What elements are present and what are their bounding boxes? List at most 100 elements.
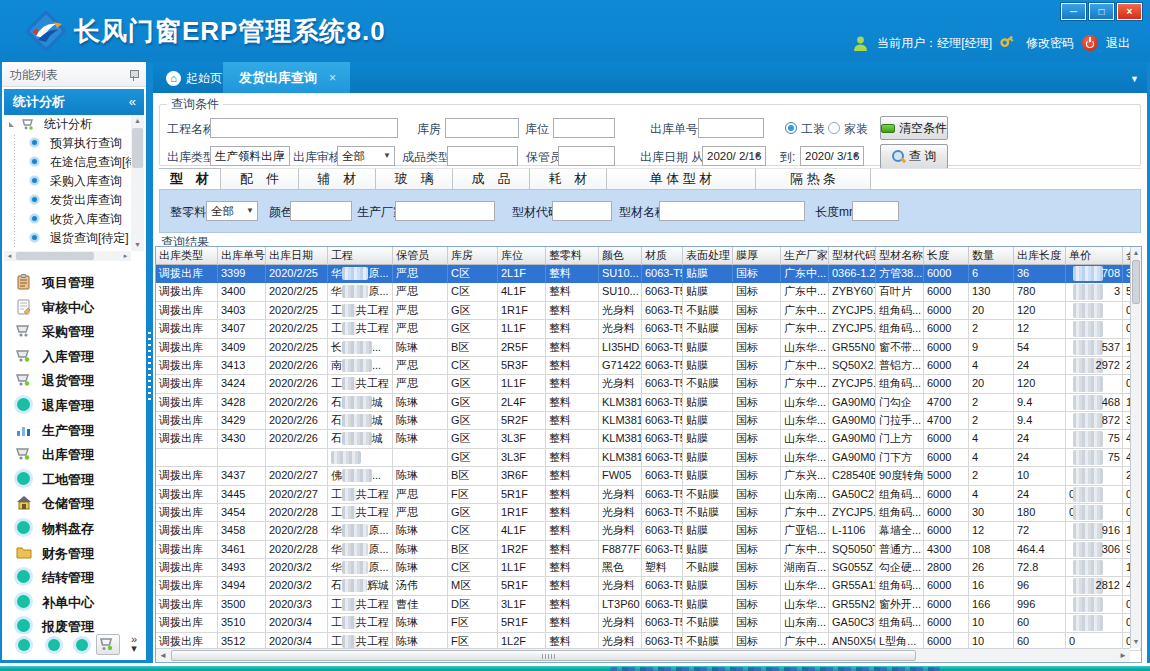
tab-list-caret-icon[interactable]: ▼ (1130, 74, 1139, 84)
outbound-type-combo[interactable]: 生产领料出库▼ (210, 146, 290, 166)
code-input[interactable] (552, 201, 612, 221)
material-tab[interactable]: 隔 热 条 (756, 168, 871, 189)
material-tab[interactable]: 单 体 型 材 (607, 168, 756, 189)
table-row[interactable]: 调拨出库34942020/3/2石辉城汤伟M区5R1F整料光身料6063-T5贴… (156, 577, 1141, 595)
tab-home[interactable]: ⌂起始页 (158, 67, 230, 89)
column-header[interactable]: 库位 (498, 247, 546, 265)
radio-home-label[interactable]: 家装 (844, 119, 868, 139)
table-row[interactable]: 调拨出库34542020/2/28工共工程严思G区1R1F整料光身料6063-T… (156, 504, 1141, 522)
sidebar-item-工地管理[interactable]: 工地管理 (4, 467, 144, 492)
table-row[interactable]: 调拨出库34452020/2/27工共工程严思F区5R1F整料光身料6063-T… (156, 486, 1141, 504)
radio-home[interactable] (828, 122, 840, 134)
column-header[interactable]: 型材代码 (829, 247, 876, 265)
column-header[interactable]: 整零料 (546, 247, 599, 265)
sidebar-item-入库管理[interactable]: 入库管理 (4, 344, 144, 369)
column-header[interactable]: 出库长度 (1014, 247, 1066, 265)
sidebar-item-项目管理[interactable]: 项目管理 (4, 270, 144, 295)
tree-item[interactable]: 预算执行查询 (4, 134, 144, 153)
material-tab[interactable]: 玻 璃 (376, 168, 453, 189)
radio-industrial-label[interactable]: 工装 (801, 119, 825, 139)
column-header[interactable]: 型材名称 (876, 247, 924, 265)
table-row[interactable]: 调拨出库33992020/2/25华原...严思C区2L1F整料SU10...6… (156, 265, 1141, 283)
grid-hscrollbar[interactable]: ◄ ► (156, 648, 1130, 662)
sidebar-item-审核中心[interactable]: 审核中心 (4, 295, 144, 320)
table-row[interactable]: 调拨出库34032020/2/25工共工程严思G区1R1F整料光身料6063-T… (156, 302, 1141, 320)
nav-dot-icon[interactable] (18, 639, 30, 651)
column-header[interactable]: 单价 (1066, 247, 1123, 265)
warehouse-input[interactable] (445, 118, 519, 138)
color-input[interactable] (290, 201, 352, 221)
keeper-input[interactable] (558, 146, 615, 166)
tree-item[interactable]: 收货入库查询 (4, 210, 144, 229)
pin-icon[interactable] (129, 70, 138, 81)
sidebar-item-仓储管理[interactable]: 仓储管理 (4, 491, 144, 516)
table-row[interactable]: 调拨出库34092020/2/25长...陈琳B区2R5F整料LI35HD606… (156, 339, 1141, 357)
sidebar-item-结转管理[interactable]: 结转管理 (4, 565, 144, 590)
minimize-button[interactable]: ─ (1061, 3, 1086, 20)
sidebar-item-物料盘存[interactable]: 物料盘存 (4, 516, 144, 541)
close-button[interactable]: × (1117, 3, 1142, 20)
nav-dot-icon[interactable] (76, 639, 88, 651)
name-input[interactable] (659, 201, 805, 221)
splitter[interactable] (146, 62, 153, 663)
sidebar-item-采购管理[interactable]: 采购管理 (4, 319, 144, 344)
factory-input[interactable] (395, 201, 495, 221)
audit-combo[interactable]: 全部▼ (337, 146, 395, 166)
tree-root[interactable]: 统计分析 (4, 115, 144, 134)
table-row[interactable]: G区3L3F整料KLM38176063-T5贴膜国标山东华...GA90M09.… (156, 449, 1141, 467)
tab-active[interactable]: 发货出库查询× (223, 62, 350, 93)
maximize-button[interactable]: □ (1089, 3, 1114, 20)
table-row[interactable]: 调拨出库34372020/2/27佛...陈琳B区3R6F整料FW056063-… (156, 467, 1141, 485)
column-header[interactable]: 库房 (448, 247, 498, 265)
table-row[interactable]: 调拨出库35102020/3/4工共工程陈琳F区5R1F整料光身料6063-T5… (156, 614, 1141, 632)
table-row[interactable]: 调拨出库34242020/2/26工共工程严思G区1L1F整料光身料6063-T… (156, 375, 1141, 393)
sidebar-item-退库管理[interactable]: 退库管理 (4, 393, 144, 418)
table-row[interactable]: 调拨出库34932020/3/2华原...陈琳C区1L1F整料黑色塑料不贴膜国标… (156, 559, 1141, 577)
column-header[interactable]: 保管员 (393, 247, 448, 265)
clear-conditions-button[interactable]: 清空条件 (880, 116, 948, 140)
table-row[interactable]: 调拨出库35002020/3/3工共工程曹佳D区3L1F整料LT3P606063… (156, 596, 1141, 614)
table-row[interactable]: 调拨出库34282020/2/26石城陈琳G区2L4F整料KLM38176063… (156, 394, 1141, 412)
collapse-icon[interactable]: « (129, 89, 136, 114)
tree-vscrollbar[interactable]: ▲▼ (131, 115, 144, 251)
table-row[interactable]: 调拨出库34612020/2/28华原...陈琳B区1R2F整料F8877FT6… (156, 541, 1141, 559)
material-tab[interactable]: 配 件 (221, 168, 299, 189)
date-to-picker[interactable]: 2020/ 3/16▼ (800, 146, 864, 166)
material-tab[interactable]: 辅 材 (299, 168, 376, 189)
column-header[interactable]: 长度 (924, 247, 969, 265)
column-header[interactable]: 生产厂家 (781, 247, 829, 265)
location-input[interactable] (553, 118, 615, 138)
sidebar-item-生产管理[interactable]: 生产管理 (4, 418, 144, 443)
overflow-chevron[interactable]: »▾ (128, 635, 140, 653)
logout-link[interactable]: 退出 (1106, 35, 1130, 52)
tree-item[interactable]: 在途信息查询[待 (4, 153, 144, 172)
column-header[interactable]: 工程 (328, 247, 393, 265)
sidebar-group-header[interactable]: 统计分析« (4, 89, 144, 115)
column-header[interactable]: 出库类型 (156, 247, 218, 265)
column-header[interactable]: 材质 (642, 247, 683, 265)
column-header[interactable]: 出库单号 (218, 247, 266, 265)
zhengling-combo[interactable]: 全部▼ (206, 201, 258, 221)
tree-hscrollbar[interactable]: ◄► (4, 251, 131, 261)
sidebar-item-财务管理[interactable]: 财务管理 (4, 541, 144, 566)
table-row[interactable]: 调拨出库34002020/2/25华原...严思C区4L1F整料SU10...6… (156, 283, 1141, 301)
project-name-input[interactable] (210, 118, 398, 138)
column-header[interactable]: 膜厚 (733, 247, 781, 265)
orderno-input[interactable] (698, 118, 764, 138)
table-row[interactable]: 调拨出库34072020/2/25工共工程严思G区1L1F整料光身料6063-T… (156, 320, 1141, 338)
tree-item[interactable]: 发货出库查询 (4, 191, 144, 210)
material-tab[interactable]: 型 材 (159, 168, 221, 189)
sidebar-item-补单中心[interactable]: 补单中心 (4, 590, 144, 615)
sidebar-item-出库管理[interactable]: 出库管理 (4, 442, 144, 467)
product-type-input[interactable] (447, 146, 518, 166)
column-header[interactable]: 出库日期 (266, 247, 328, 265)
length-input[interactable] (852, 201, 899, 221)
column-header[interactable]: 数量 (969, 247, 1014, 265)
table-row[interactable]: 调拨出库34302020/2/26石城陈琳G区3L3F整料KLM38176063… (156, 430, 1141, 448)
tree-item[interactable]: 退货查询[待定] (4, 229, 144, 248)
date-from-picker[interactable]: 2020/ 2/16▼ (702, 146, 766, 166)
sidebar-item-退货管理[interactable]: 退货管理 (4, 368, 144, 393)
tree-item[interactable]: 采购入库查询 (4, 172, 144, 191)
nav-dot-icon[interactable] (48, 639, 60, 651)
tab-close-icon[interactable]: × (329, 71, 336, 85)
